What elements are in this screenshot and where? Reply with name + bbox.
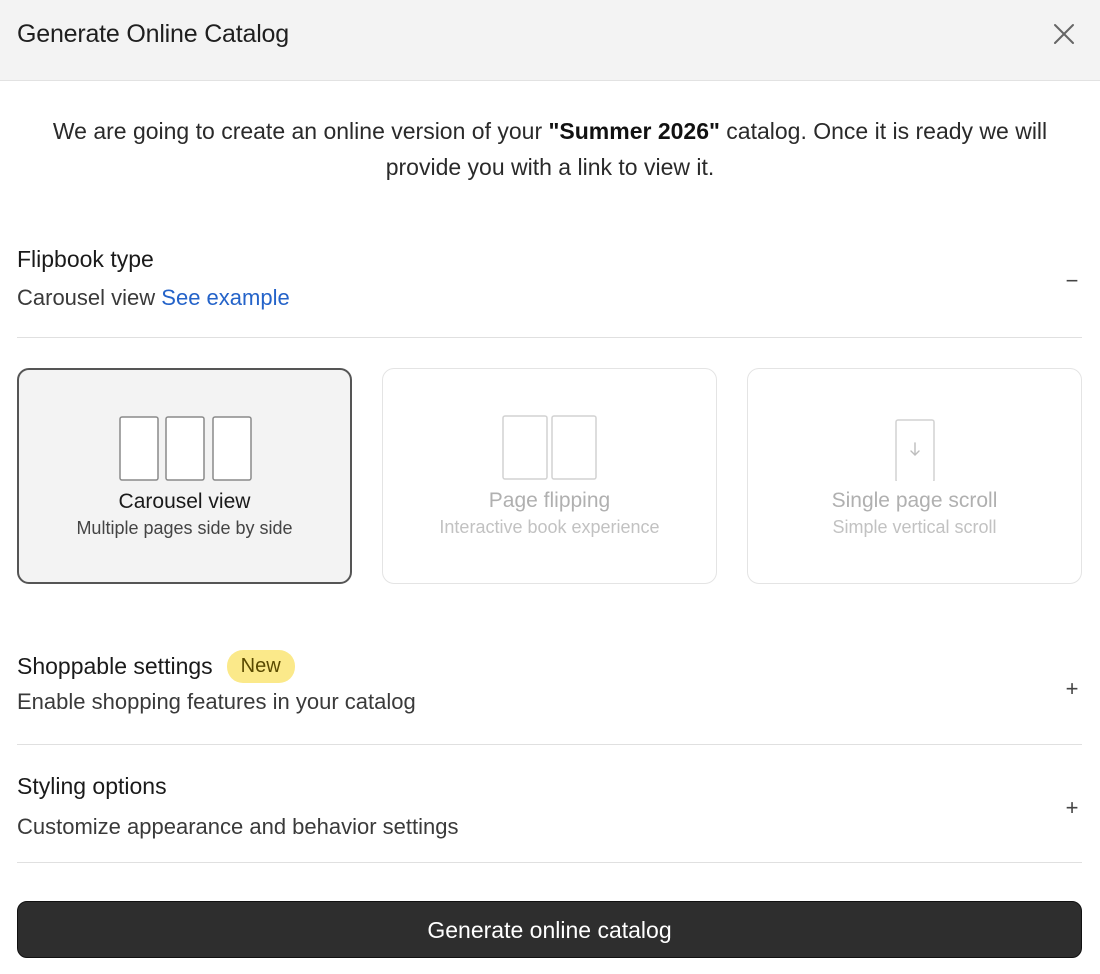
intro-text-before: We are going to create an online version… (52, 118, 549, 144)
option-card-carousel[interactable]: Carousel view Multiple pages side by sid… (17, 368, 352, 584)
modal-header: Generate Online Catalog (0, 0, 1100, 81)
flipbook-type-section[interactable]: Flipbook type Carousel view See example … (17, 246, 1082, 316)
option-description: Interactive book experience (439, 517, 660, 537)
section-divider (17, 862, 1082, 863)
option-title: Carousel view (118, 490, 251, 513)
option-description: Simple vertical scroll (832, 517, 997, 537)
option-card-page-flipping[interactable]: Page flipping Interactive book experienc… (382, 368, 717, 584)
shoppable-settings-subtitle: Enable shopping features in your catalog (17, 689, 416, 714)
catalog-name: "Summer 2026" (548, 118, 720, 144)
intro-text: We are going to create an online version… (20, 113, 1080, 185)
flipbook-options: Carousel view Multiple pages side by sid… (17, 368, 1082, 584)
option-title: Single page scroll (831, 489, 998, 512)
shoppable-settings-title: Shoppable settings New (17, 650, 1082, 683)
collapse-icon[interactable]: − (1062, 268, 1082, 294)
flipbook-type-title: Flipbook type (17, 246, 154, 272)
flipbook-type-subtitle: Carousel view See example (17, 285, 1082, 311)
section-divider (17, 744, 1082, 745)
book-pages-icon (383, 415, 716, 481)
see-example-link[interactable]: See example (161, 285, 289, 310)
close-icon[interactable] (1048, 18, 1080, 50)
scroll-page-icon (748, 415, 1081, 483)
option-card-single-page-scroll[interactable]: Single page scroll Simple vertical scrol… (747, 368, 1082, 584)
shoppable-settings-section[interactable]: Shoppable settings New Enable shopping f… (17, 650, 1082, 722)
carousel-pages-icon (19, 416, 350, 482)
expand-icon[interactable]: + (1062, 795, 1082, 821)
option-title: Page flipping (488, 489, 611, 512)
styling-options-title: Styling options (17, 773, 167, 799)
styling-options-section[interactable]: Styling options Customize appearance and… (17, 773, 1082, 845)
expand-icon[interactable]: + (1062, 676, 1082, 702)
generate-online-catalog-button[interactable]: Generate online catalog (17, 901, 1082, 958)
shoppable-settings-label: Shoppable settings (17, 653, 213, 679)
styling-options-subtitle: Customize appearance and behavior settin… (17, 814, 459, 839)
flipbook-selected-label: Carousel view (17, 285, 156, 310)
section-divider (17, 337, 1082, 338)
modal-title: Generate Online Catalog (17, 20, 289, 48)
new-badge: New (226, 650, 295, 683)
option-description: Multiple pages side by side (76, 518, 293, 538)
